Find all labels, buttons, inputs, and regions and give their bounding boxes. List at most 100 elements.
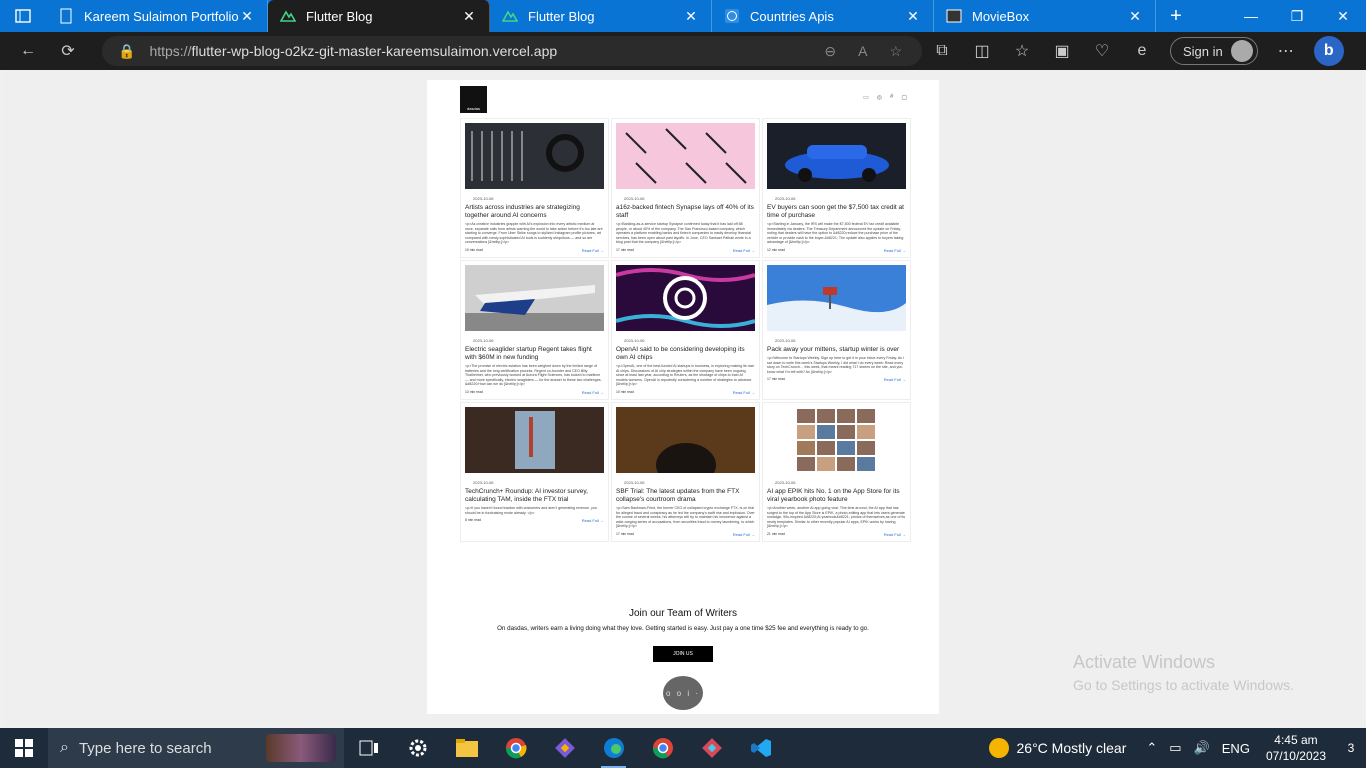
post-title[interactable]: Pack away your mittens, startup winter i…: [767, 346, 906, 354]
read-time: 10 min read: [616, 389, 634, 394]
tab-actions-icon[interactable]: [0, 0, 46, 32]
search-placeholder: Type here to search: [78, 739, 212, 757]
join-us-button[interactable]: JOIN US: [653, 646, 713, 662]
restore-icon[interactable]: ❐: [1274, 0, 1320, 32]
post-image-bridge: [465, 406, 604, 473]
instagram-icon[interactable]: ▢: [901, 94, 907, 101]
post-card[interactable]: 2023-10-06 Electric seaglider startup Re…: [460, 259, 609, 400]
sign-in-button[interactable]: Sign in: [1170, 37, 1258, 65]
read-full-link[interactable]: Read Full →: [733, 532, 755, 537]
post-card[interactable]: 2023-10-06 Artists across industries are…: [460, 118, 609, 258]
volume-icon[interactable]: 🔊: [1194, 740, 1210, 756]
post-image-hair: [616, 406, 755, 487]
app-diamond-2-icon[interactable]: [687, 728, 736, 768]
task-view-icon[interactable]: [344, 728, 393, 768]
read-full-link[interactable]: Read Full →: [733, 248, 755, 253]
read-full-link[interactable]: Read Full →: [884, 248, 906, 253]
tab-countries-apis[interactable]: Countries Apis ✕: [712, 0, 934, 32]
post-title[interactable]: OpenAI said to be considering developing…: [616, 346, 755, 362]
weather-widget[interactable]: 26°C Mostly clear: [988, 738, 1126, 758]
post-card[interactable]: 2023-10-06 a16z-backed fintech Synapse l…: [611, 118, 760, 258]
chevron-up-icon[interactable]: ⌃: [1146, 740, 1157, 756]
bing-icon[interactable]: b: [1313, 36, 1344, 66]
system-tray: 26°C Mostly clear ⌃ ▭ 🔊 ENG 4:45 am 07/1…: [988, 728, 1366, 768]
tab-title: Flutter Blog: [306, 8, 373, 24]
settings-gear-icon[interactable]: [393, 728, 442, 768]
close-icon[interactable]: ✕: [239, 8, 255, 25]
more-menu-icon[interactable]: ⋯: [1266, 32, 1306, 70]
edge-icon[interactable]: e: [1122, 32, 1162, 70]
network-icon[interactable]: ▭: [1169, 740, 1181, 756]
close-window-icon[interactable]: ✕: [1320, 0, 1366, 32]
read-full-link[interactable]: Read Full →: [884, 532, 906, 537]
read-full-link[interactable]: Read Full →: [582, 518, 604, 523]
language-indicator[interactable]: ENG: [1222, 741, 1250, 756]
posts-grid: 2023-10-06 Artists across industries are…: [460, 118, 911, 542]
floating-action-button[interactable]: o o i ·: [663, 676, 703, 710]
chrome-icon[interactable]: [491, 728, 540, 768]
post-excerpt: <p>If you haven't found traction with cu…: [465, 505, 597, 515]
post-card[interactable]: 2023-10-06 SBF Trial: The latest updates…: [611, 401, 760, 542]
post-image-seaglider: [465, 264, 604, 331]
tab-moviebox[interactable]: MovieBox ✕: [934, 0, 1156, 32]
read-full-link[interactable]: Read Full →: [582, 248, 604, 253]
post-card[interactable]: 2023-10-06 OpenAI said to be considering…: [611, 259, 760, 400]
read-time: 12 min read: [767, 247, 785, 252]
edge-browser-icon[interactable]: [589, 728, 638, 768]
close-icon[interactable]: ✕: [1127, 8, 1143, 25]
favorites-icon[interactable]: ☆: [1002, 32, 1042, 70]
read-full-label: Read Full: [732, 389, 750, 395]
post-card[interactable]: 2023-10-06 EV buyers can soon get the $7…: [762, 118, 911, 258]
address-bar[interactable]: 🔒 https:// flutter-wp-blog-o2kz-git-mast…: [102, 36, 922, 66]
post-title[interactable]: Electric seaglider startup Regent takes …: [465, 346, 604, 362]
clock[interactable]: 4:45 am 07/10/2023: [1266, 732, 1326, 764]
post-title[interactable]: SBF Trial: The latest updates from the F…: [616, 488, 755, 504]
collections-icon[interactable]: ▣: [1042, 32, 1082, 70]
tab-title: Kareem Sulaimon Portfolio W: [84, 8, 239, 24]
vscode-icon[interactable]: [736, 728, 785, 768]
search-icon: ⌕: [60, 739, 69, 756]
clock-date: 07/10/2023: [1265, 749, 1326, 763]
minimize-icon[interactable]: —: [1228, 0, 1274, 32]
read-aloud-icon[interactable]: A: [858, 43, 867, 59]
tab-flutter-blog-active[interactable]: Flutter Blog ✕: [268, 0, 490, 32]
read-full-link[interactable]: Read Full →: [733, 390, 755, 395]
notification-center-icon[interactable]: 3: [1336, 728, 1366, 768]
refresh-icon[interactable]: ⟳: [48, 32, 88, 70]
site-logo[interactable]: dasdas: [460, 86, 487, 113]
back-arrow-icon[interactable]: ←: [8, 32, 48, 70]
new-tab-button[interactable]: +: [1156, 0, 1196, 32]
read-full-label: Read Full: [581, 389, 599, 395]
close-icon[interactable]: ✕: [461, 8, 477, 25]
windows-start-icon[interactable]: [0, 728, 48, 768]
browser-essentials-icon[interactable]: ♡: [1082, 32, 1122, 70]
read-full-link[interactable]: Read Full →: [884, 377, 906, 382]
file-explorer-icon[interactable]: [442, 728, 491, 768]
dribbble-icon[interactable]: ◎: [877, 94, 882, 101]
taskbar-search[interactable]: ⌕ Type here to search: [48, 728, 344, 768]
tab-portfolio[interactable]: Kareem Sulaimon Portfolio W ✕: [46, 0, 268, 32]
split-screen-icon[interactable]: ◫: [962, 32, 1002, 70]
close-icon[interactable]: ✕: [905, 8, 921, 25]
zoom-out-icon[interactable]: ⊖: [824, 43, 836, 60]
logo-text: dasdas: [467, 106, 480, 111]
chrome-profile-icon[interactable]: [638, 728, 687, 768]
post-card[interactable]: 2023-10-06 AI app EPIK hits No. 1 on the…: [762, 401, 911, 542]
tab-flutter-blog[interactable]: Flutter Blog ✕: [490, 0, 712, 32]
favorite-star-icon[interactable]: ☆: [889, 43, 902, 60]
post-title[interactable]: Artists across industries are strategizi…: [465, 204, 604, 220]
post-title[interactable]: EV buyers can soon get the $7,500 tax cr…: [767, 204, 906, 220]
twitter-icon[interactable]: ▭: [863, 94, 869, 101]
post-card[interactable]: 2023-10-06 Pack away your mittens, start…: [762, 259, 911, 400]
post-excerpt: <p>Welcome to Startups Weekly. Sign up h…: [767, 355, 904, 374]
read-full-link[interactable]: Read Full →: [582, 390, 604, 395]
app-diamond-icon[interactable]: [540, 728, 589, 768]
extensions-icon[interactable]: ⧉: [922, 32, 962, 70]
post-title[interactable]: a16z-backed fintech Synapse lays off 40%…: [616, 204, 755, 220]
slack-icon[interactable]: #: [890, 94, 893, 101]
post-card[interactable]: 2023-10-06 TechCrunch+ Roundup: AI inves…: [460, 401, 609, 542]
post-title[interactable]: AI app EPIK hits No. 1 on the App Store …: [767, 488, 906, 504]
activate-subtitle: Go to Settings to activate Windows.: [1073, 677, 1294, 693]
post-title[interactable]: TechCrunch+ Roundup: AI investor survey,…: [465, 488, 604, 504]
close-icon[interactable]: ✕: [683, 8, 699, 25]
